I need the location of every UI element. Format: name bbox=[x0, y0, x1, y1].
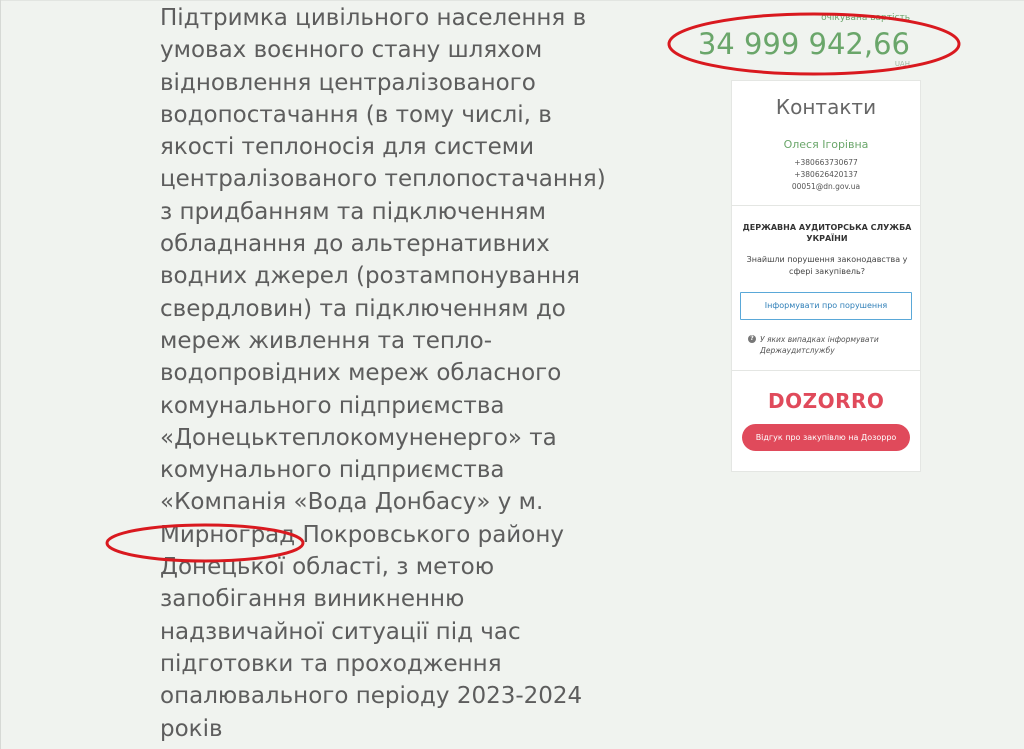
question-circle-icon: ? bbox=[748, 335, 756, 343]
contact-person-name: Олеся Ігорівна bbox=[783, 138, 869, 151]
svg-text:DOZORRO: DOZORRO bbox=[768, 389, 884, 413]
contacts-title: Контакти bbox=[775, 95, 877, 119]
expected-price-block: очікувана вартість 34 999 942,66 UAH bbox=[680, 12, 910, 68]
contact-phone-1[interactable]: +380663730677 bbox=[732, 158, 920, 167]
left-border bbox=[0, 0, 1, 749]
report-violation-button[interactable]: Інформувати про порушення bbox=[740, 292, 912, 320]
audit-question: Знайшли порушення законодавства у сфері … bbox=[746, 255, 908, 276]
expected-price-value: 34 999 942,66 bbox=[697, 27, 910, 61]
audit-service-title: ДЕРЖАВНА АУДИТОРСЬКА СЛУЖБА УКРАЇНИ bbox=[742, 223, 912, 243]
dozorro-logo-mark: DOZORRO bbox=[768, 389, 884, 413]
expected-price-label: очікувана вартість bbox=[821, 13, 910, 23]
top-border bbox=[0, 0, 1024, 1]
audit-hint-text: У яких випадках інформувати Держаудитслу… bbox=[760, 335, 879, 355]
contact-email[interactable]: 00051@dn.gov.ua bbox=[732, 182, 920, 191]
card-divider bbox=[732, 205, 920, 206]
contact-phone-2[interactable]: +380626420137 bbox=[732, 170, 920, 179]
dozorro-logo: DOZORRO bbox=[732, 387, 920, 421]
contacts-card: Контакти Олеся Ігорівна +380663730677 +3… bbox=[731, 80, 921, 472]
tender-description: Підтримка цивільного населення в умовах … bbox=[160, 5, 606, 742]
card-divider bbox=[732, 370, 920, 371]
dozorro-feedback-button[interactable]: Відгук про закупівлю на Дозорро bbox=[742, 424, 910, 451]
